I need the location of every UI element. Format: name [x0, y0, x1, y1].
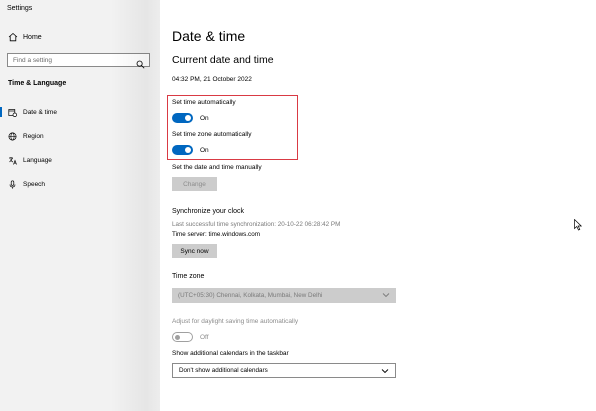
- mouse-cursor-icon: [574, 218, 583, 231]
- auto-zone-state: On: [200, 146, 209, 154]
- calendars-dropdown[interactable]: Don't show additional calendars: [172, 363, 396, 378]
- microphone-icon: [8, 179, 17, 189]
- sync-now-button[interactable]: Sync now: [172, 244, 217, 258]
- search-box[interactable]: [7, 53, 150, 69]
- sidebar: Settings Home Time & Language Date & tim…: [0, 0, 160, 411]
- active-indicator: [0, 107, 2, 117]
- sidebar-item-region[interactable]: Region: [0, 129, 160, 143]
- timezone-dropdown[interactable]: (UTC+05:30) Chennai, Kolkata, Mumbai, Ne…: [172, 288, 396, 303]
- daylight-row: Off: [172, 332, 209, 342]
- calendars-value: Don't show additional calendars: [179, 367, 268, 374]
- sidebar-item-speech[interactable]: Speech: [0, 177, 160, 191]
- sidebar-item-label: Speech: [23, 180, 46, 188]
- current-heading: Current date and time: [172, 54, 274, 66]
- auto-time-label: Set time automatically: [172, 99, 236, 106]
- app-title: Settings: [7, 5, 33, 12]
- sync-heading: Synchronize your clock: [172, 208, 244, 215]
- calendars-label: Show additional calendars in the taskbar: [172, 350, 289, 357]
- sidebar-item-date-time[interactable]: Date & time: [0, 105, 160, 119]
- daylight-toggle[interactable]: [172, 332, 193, 342]
- chevron-down-icon: [382, 292, 390, 298]
- auto-time-row: On: [172, 113, 209, 123]
- auto-zone-toggle[interactable]: [172, 145, 193, 155]
- sidebar-item-label: Date & time: [23, 108, 57, 116]
- manual-label: Set the date and time manually: [172, 164, 262, 171]
- language-icon: [8, 156, 17, 165]
- auto-zone-label: Set time zone automatically: [172, 131, 252, 138]
- search-icon[interactable]: [136, 56, 145, 69]
- calendar-clock-icon: [8, 108, 17, 117]
- time-server-text: Time server: time.windows.com: [172, 231, 260, 238]
- home-icon: [8, 32, 18, 42]
- page-title: Date & time: [172, 28, 246, 44]
- daylight-label: Adjust for daylight saving time automati…: [172, 318, 299, 325]
- change-button[interactable]: Change: [172, 177, 217, 191]
- auto-time-state: On: [200, 114, 209, 122]
- globe-icon: [8, 132, 17, 141]
- daylight-state: Off: [200, 333, 209, 341]
- sidebar-item-label: Language: [23, 156, 52, 164]
- auto-zone-row: On: [172, 145, 209, 155]
- nav-home[interactable]: Home: [8, 31, 42, 43]
- nav-home-label: Home: [23, 33, 42, 41]
- sidebar-item-language[interactable]: Language: [0, 153, 160, 167]
- auto-time-toggle[interactable]: [172, 113, 193, 123]
- current-datetime: 04:32 PM, 21 October 2022: [172, 76, 252, 83]
- section-title: Time & Language: [8, 80, 67, 87]
- search-input[interactable]: [8, 56, 133, 64]
- timezone-label: Time zone: [172, 273, 205, 280]
- chevron-down-icon: [381, 368, 389, 374]
- last-sync-text: Last successful time synchronization: 20…: [172, 221, 341, 228]
- main-panel: Date & time Current date and time 04:32 …: [160, 0, 596, 411]
- sidebar-item-label: Region: [23, 132, 44, 140]
- timezone-value: (UTC+05:30) Chennai, Kolkata, Mumbai, Ne…: [178, 292, 323, 299]
